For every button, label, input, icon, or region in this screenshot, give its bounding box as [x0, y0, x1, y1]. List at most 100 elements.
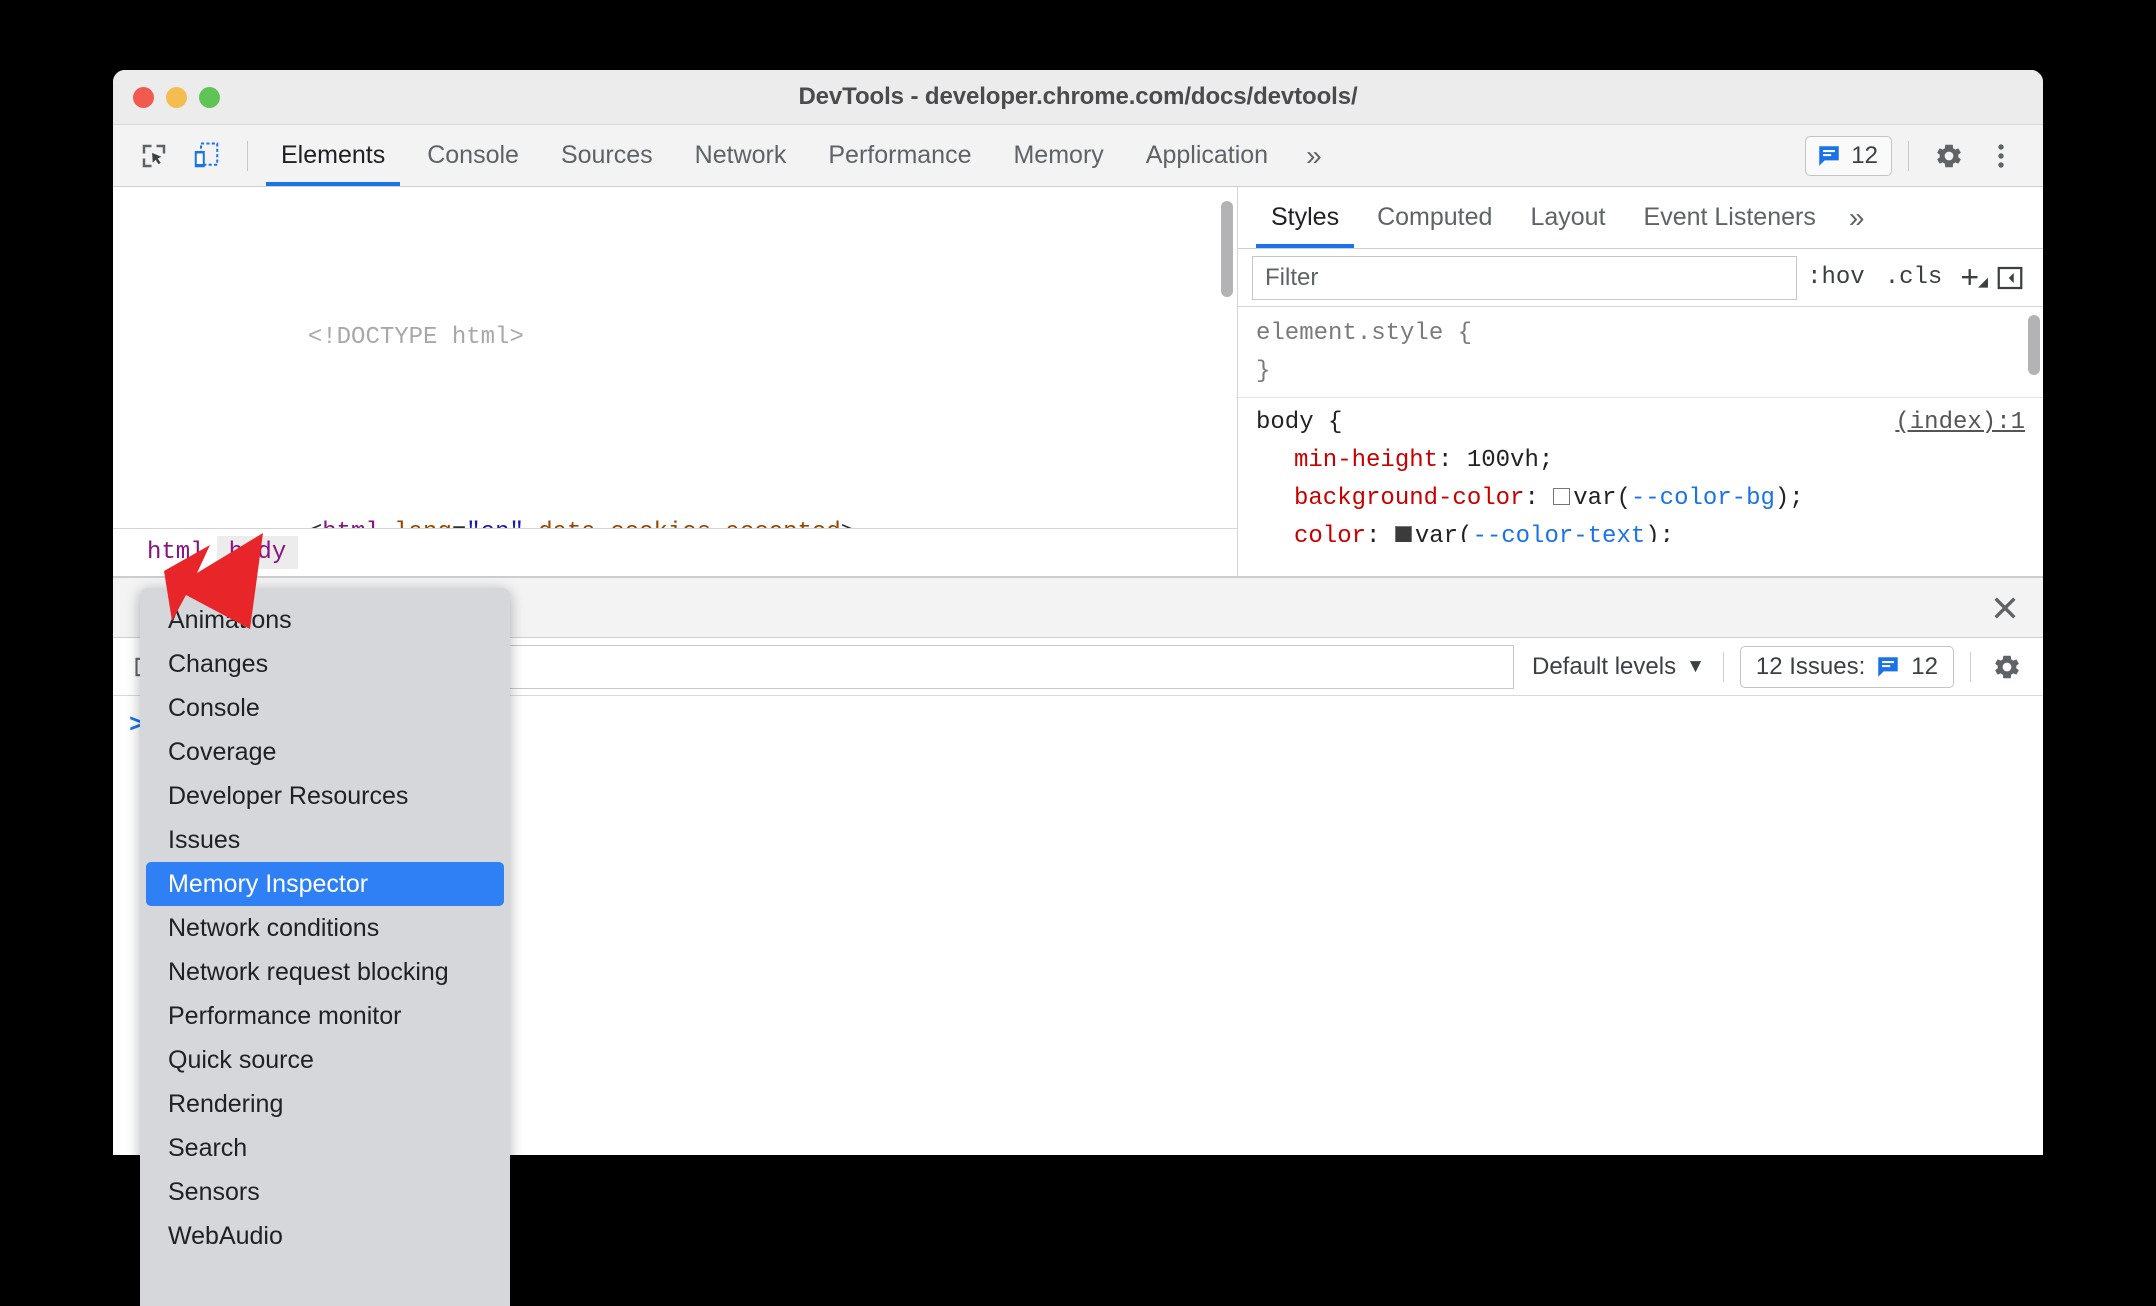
cls-toggle[interactable]: .cls [1875, 264, 1953, 291]
console-toolbar-divider [1722, 651, 1724, 682]
toggle-sidebar-icon[interactable] [1987, 263, 2033, 293]
issue-message-icon [1878, 656, 1899, 677]
tab-computed-label: Computed [1377, 203, 1493, 231]
tab-sources-label: Sources [560, 141, 653, 169]
window-title-bar: DevTools - developer.chrome.com/docs/dev… [113, 70, 2043, 125]
menu-item-webaudio-label: WebAudio [168, 1221, 283, 1250]
css-rule-body[interactable]: body { (index):1 min-height: 100vh; back… [1238, 398, 2043, 542]
tab-elements[interactable]: Elements [260, 125, 406, 186]
menu-item-coverage-label: Coverage [168, 737, 277, 766]
menu-item-quick-source[interactable]: Quick source [146, 1038, 504, 1082]
more-tabs-chevron-icon[interactable]: » [1289, 125, 1339, 186]
css-rules: element.style { } body { (index):1 min-h… [1238, 307, 2043, 542]
tab-performance[interactable]: Performance [807, 125, 992, 186]
toolbar-divider [247, 140, 248, 171]
declaration-color[interactable]: color: var(--color-text); [1256, 518, 2043, 542]
screenshot-root: DevTools - developer.chrome.com/docs/dev… [0, 0, 2156, 1306]
console-issues-button[interactable]: 12 Issues: 12 [1739, 645, 1954, 688]
styles-filter-row: Filter :hov .cls + ◢ [1238, 249, 2043, 307]
tab-console[interactable]: Console [406, 125, 540, 186]
menu-item-changes[interactable]: Changes [146, 642, 504, 686]
var-color-text[interactable]: --color-text [1472, 523, 1645, 542]
tab-performance-label: Performance [828, 141, 972, 169]
menu-item-network-conditions[interactable]: Network conditions [146, 906, 504, 950]
drawer-panel-menu: Animations Changes Console Coverage Deve… [140, 588, 510, 1306]
tab-elements-label: Elements [281, 141, 386, 169]
menu-item-search[interactable]: Search [146, 1126, 504, 1170]
prop-min-height: min-height [1294, 447, 1439, 474]
menu-item-performance-monitor-label: Performance monitor [168, 1001, 402, 1030]
breadcrumb: html body [113, 528, 1237, 576]
tab-styles[interactable]: Styles [1252, 187, 1358, 248]
styles-filter-input[interactable]: Filter [1252, 255, 1798, 300]
css-rule-element-style[interactable]: element.style { } [1238, 307, 2043, 398]
element-style-close-brace: } [1256, 358, 1271, 385]
console-settings-gear-icon[interactable] [1985, 645, 2029, 689]
tab-styles-label: Styles [1271, 203, 1340, 231]
dom-tree: <!DOCTYPE html> <html lang="en" data-coo… [113, 187, 1237, 576]
menu-item-network-conditions-label: Network conditions [168, 913, 380, 942]
tab-application[interactable]: Application [1125, 125, 1289, 186]
menu-item-webaudio[interactable]: WebAudio [146, 1214, 504, 1258]
main-toolbar: Elements Console Sources Network Perform… [113, 125, 2043, 187]
menu-item-console[interactable]: Console [146, 686, 504, 730]
dom-line-doctype[interactable]: <!DOCTYPE html> [113, 279, 1237, 396]
menu-item-issues[interactable]: Issues [146, 818, 504, 862]
tab-layout[interactable]: Layout [1511, 187, 1624, 248]
declaration-background-color[interactable]: background-color: var(--color-bg); [1256, 480, 2043, 518]
menu-item-network-request-blocking-label: Network request blocking [168, 957, 449, 986]
issues-badge[interactable]: 12 [1805, 135, 1892, 176]
dom-scrollbar[interactable] [1221, 201, 1233, 297]
styles-scrollbar[interactable] [2028, 315, 2040, 375]
declaration-min-height[interactable]: min-height: 100vh; [1256, 442, 2043, 480]
issue-message-icon [1819, 145, 1840, 166]
menu-item-memory-inspector-label: Memory Inspector [168, 869, 369, 898]
tab-application-label: Application [1145, 141, 1269, 169]
menu-item-rendering[interactable]: Rendering [146, 1082, 504, 1126]
color-swatch-text[interactable] [1394, 526, 1412, 542]
device-toolbar-icon[interactable] [183, 133, 229, 179]
color-swatch-bg[interactable] [1553, 488, 1571, 505]
plus-icon[interactable]: + ◢ [1952, 259, 1988, 296]
tab-event-listeners[interactable]: Event Listeners [1625, 187, 1835, 248]
menu-item-quick-source-label: Quick source [168, 1045, 314, 1074]
menu-item-memory-inspector[interactable]: Memory Inspector [146, 862, 504, 906]
inspect-element-icon[interactable] [131, 133, 177, 179]
console-log-levels-dropdown[interactable]: Default levels ▼ [1514, 653, 1723, 681]
red-arrow-annotation-icon [150, 525, 270, 640]
drawer-close-icon[interactable] [1989, 578, 2043, 637]
tab-sources[interactable]: Sources [540, 125, 674, 186]
tab-network[interactable]: Network [674, 125, 808, 186]
menu-item-console-label: Console [168, 693, 260, 722]
menu-item-performance-monitor[interactable]: Performance monitor [146, 994, 504, 1038]
menu-item-developer-resources-label: Developer Resources [168, 781, 409, 810]
gear-icon[interactable] [1925, 132, 1973, 180]
tab-memory[interactable]: Memory [992, 125, 1124, 186]
chevron-down-icon: ▼ [1686, 655, 1705, 677]
stylesheet-source-link[interactable]: (index):1 [1895, 404, 2025, 442]
menu-item-network-request-blocking[interactable]: Network request blocking [146, 950, 504, 994]
menu-item-sensors-label: Sensors [168, 1177, 260, 1206]
hov-toggle[interactable]: :hov [1797, 264, 1875, 291]
menu-item-search-label: Search [168, 1133, 248, 1162]
tab-memory-label: Memory [1013, 141, 1104, 169]
value-min-height: 100vh; [1466, 447, 1554, 474]
dom-tree-pane: <!DOCTYPE html> <html lang="en" data-coo… [113, 187, 1238, 576]
toolbar-icon-group [113, 125, 260, 186]
issues-count: 12 [1851, 141, 1878, 169]
console-issues-count: 12 [1911, 652, 1938, 680]
menu-item-developer-resources[interactable]: Developer Resources [146, 774, 504, 818]
menu-item-coverage[interactable]: Coverage [146, 730, 504, 774]
menu-item-rendering-label: Rendering [168, 1089, 284, 1118]
prop-color: color [1294, 523, 1367, 542]
main-menu-three-dot-icon[interactable] [1977, 132, 2025, 180]
elements-panel: <!DOCTYPE html> <html lang="en" data-coo… [113, 187, 2043, 576]
tab-computed[interactable]: Computed [1358, 187, 1511, 248]
tab-network-label: Network [694, 141, 787, 169]
menu-item-sensors[interactable]: Sensors [146, 1170, 504, 1214]
prop-background-color: background-color [1294, 485, 1525, 512]
styles-pane: Styles Computed Layout Event Listeners »… [1238, 187, 2043, 576]
var-color-bg[interactable]: --color-bg [1631, 485, 1775, 512]
styles-more-tabs-chevron-icon[interactable]: » [1835, 187, 1879, 248]
toolbar-right-divider [1908, 140, 1909, 171]
